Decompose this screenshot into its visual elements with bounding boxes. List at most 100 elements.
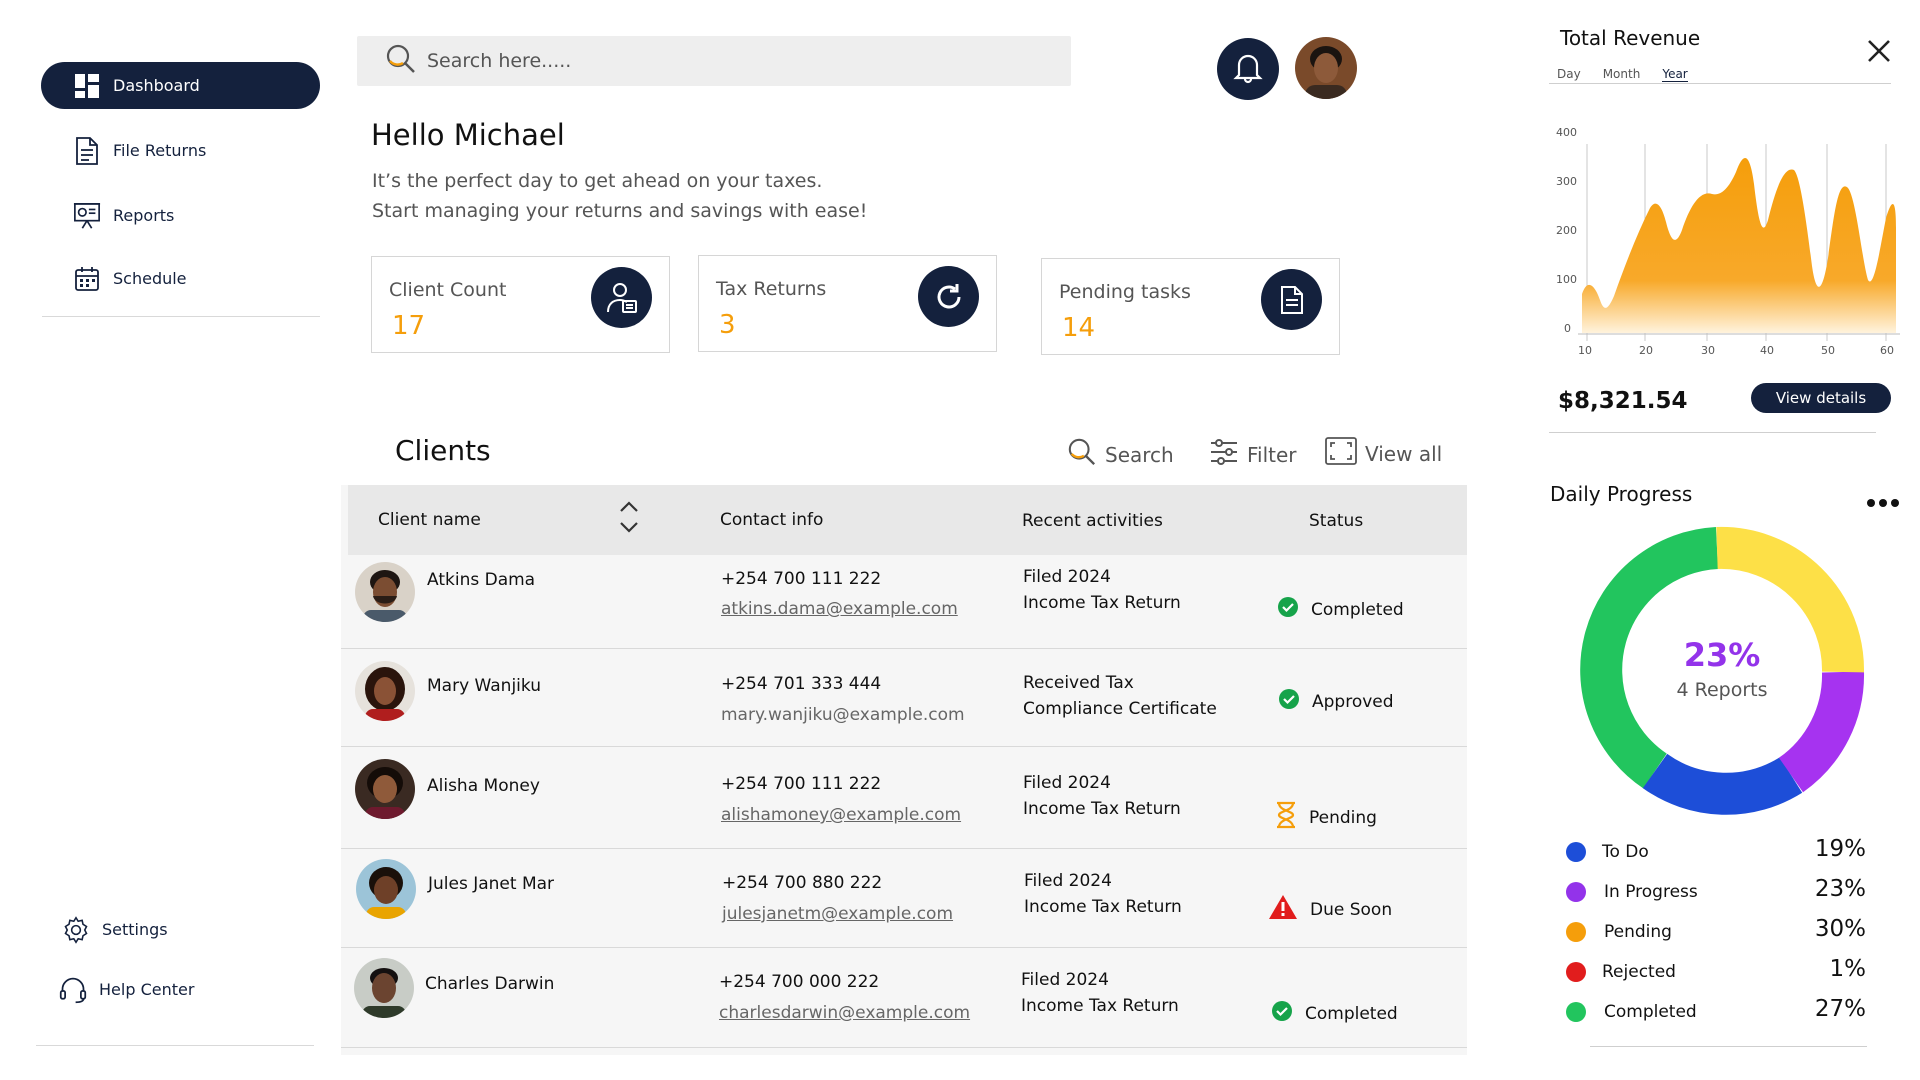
tab-year[interactable]: Year: [1662, 67, 1688, 82]
client-avatar: [354, 958, 414, 1018]
x-tick-label: 60: [1880, 344, 1894, 357]
legend-name: In Progress: [1604, 882, 1698, 902]
sidebar-item-label: Settings: [102, 920, 168, 939]
legend-dot: [1566, 962, 1586, 982]
table-row[interactable]: Mary Wanjiku +254 701 333 444 mary.wanji…: [341, 649, 1467, 747]
client-email[interactable]: julesjanetm@example.com: [722, 901, 953, 927]
table-row[interactable]: Alisha Money +254 700 111 222 alishamone…: [341, 747, 1467, 849]
activity-line-2: Income Tax Return: [1021, 996, 1179, 1016]
greeting-line-1: It’s the perfect day to get ahead on you…: [372, 170, 823, 192]
column-header-recent-activities[interactable]: Recent activities: [1022, 511, 1163, 531]
status-badge: Completed: [1277, 596, 1404, 623]
stat-label: Tax Returns: [716, 278, 827, 300]
stat-card-client-count[interactable]: Client Count 17: [371, 256, 670, 353]
legend-item-in-progress: In Progress 23%: [1566, 876, 1866, 906]
legend-item-pending: Pending 30%: [1566, 916, 1866, 946]
stat-value: 17: [392, 311, 426, 341]
y-tick-label: 400: [1556, 126, 1577, 139]
more-options-icon[interactable]: [1866, 494, 1900, 513]
sort-icon[interactable]: [617, 499, 641, 539]
client-phone: +254 700 880 222: [722, 873, 883, 893]
client-email[interactable]: atkins.dama@example.com: [721, 596, 958, 622]
donut-center-label: 4 Reports: [1676, 679, 1767, 701]
revenue-divider: [1549, 432, 1876, 433]
activity-line-2: Income Tax Return: [1023, 799, 1181, 819]
document-icon: [73, 136, 101, 165]
client-name: Atkins Dama: [427, 570, 536, 590]
x-tick-label: 50: [1821, 344, 1835, 357]
revenue-tabs: Day Month Year: [1557, 67, 1710, 82]
client-email[interactable]: mary.wanjiku@example.com: [721, 702, 965, 728]
clients-view-all-label: View all: [1365, 441, 1443, 466]
sidebar-item-reports[interactable]: Reports: [41, 192, 320, 239]
presentation-icon: [73, 202, 101, 230]
user-avatar[interactable]: [1295, 37, 1357, 99]
search-input[interactable]: [427, 50, 1027, 72]
column-header-client-name[interactable]: Client name: [378, 510, 481, 530]
clients-filter-button[interactable]: Filter: [1209, 437, 1297, 472]
sidebar-item-label: Dashboard: [113, 76, 200, 95]
hourglass-icon: [1275, 801, 1309, 834]
task-document-icon: [1261, 269, 1322, 330]
tab-day[interactable]: Day: [1557, 67, 1581, 82]
legend-name: To Do: [1602, 842, 1649, 862]
table-row[interactable]: Atkins Dama +254 700 111 222 atkins.dama…: [341, 555, 1467, 649]
status-badge: Completed: [1271, 1000, 1398, 1027]
clients-view-all-button[interactable]: View all: [1325, 437, 1442, 470]
tab-month[interactable]: Month: [1603, 67, 1641, 82]
stat-card-pending-tasks[interactable]: Pending tasks 14: [1041, 258, 1340, 355]
expand-icon: [1325, 437, 1365, 470]
refresh-icon: [918, 266, 979, 327]
stat-card-tax-returns[interactable]: Tax Returns 3: [698, 255, 997, 352]
activity-line-1: Filed 2024: [1023, 567, 1111, 587]
view-details-button[interactable]: View details: [1751, 383, 1891, 413]
column-header-status[interactable]: Status: [1309, 511, 1363, 531]
sidebar-item-dashboard[interactable]: Dashboard: [41, 62, 320, 109]
greeting-title: Hello Michael: [371, 118, 565, 152]
client-avatar: [356, 859, 416, 919]
client-phone: +254 701 333 444: [721, 674, 882, 694]
status-badge: Pending: [1275, 801, 1377, 834]
progress-divider: [1590, 1046, 1867, 1047]
sidebar-item-help-center[interactable]: Help Center: [31, 966, 310, 1013]
activity-line-1: Filed 2024: [1024, 871, 1112, 891]
client-email[interactable]: alishamoney@example.com: [721, 802, 961, 828]
x-tick-label: 10: [1578, 344, 1592, 357]
close-icon[interactable]: [1866, 38, 1892, 68]
activity-line-1: Filed 2024: [1021, 970, 1109, 990]
revenue-amount: $8,321.54: [1558, 388, 1688, 414]
search-bar[interactable]: [357, 36, 1071, 86]
column-header-contact-info[interactable]: Contact info: [720, 510, 823, 530]
clients-search-button[interactable]: Search: [1067, 437, 1174, 472]
table-row[interactable]: Jules Janet Mar +254 700 880 222 julesja…: [341, 849, 1467, 948]
status-badge: Approved: [1278, 688, 1394, 715]
legend-percent: 19%: [1814, 836, 1866, 862]
legend-dot: [1566, 922, 1586, 942]
stat-value: 3: [719, 310, 736, 340]
sidebar-item-file-returns[interactable]: File Returns: [41, 127, 320, 174]
filter-icon: [1209, 437, 1247, 472]
sidebar-item-label: Help Center: [99, 980, 195, 999]
client-name: Mary Wanjiku: [427, 676, 541, 696]
clients-search-label: Search: [1105, 442, 1174, 467]
legend-name: Rejected: [1602, 962, 1676, 982]
client-name: Charles Darwin: [425, 974, 555, 994]
sidebar-item-schedule[interactable]: Schedule: [41, 255, 320, 302]
warning-icon: [1268, 894, 1310, 925]
sidebar-divider: [42, 316, 320, 317]
legend-item-completed: Completed 27%: [1566, 996, 1866, 1026]
status-label: Pending: [1309, 807, 1377, 828]
donut-center-percent: 23%: [1684, 636, 1761, 674]
sidebar-item-settings[interactable]: Settings: [34, 906, 313, 953]
check-circle-icon: [1278, 688, 1312, 715]
client-phone: +254 700 111 222: [721, 774, 882, 794]
activity-line-1: Received Tax: [1023, 673, 1134, 693]
client-avatar: [355, 562, 415, 622]
notifications-button[interactable]: [1217, 38, 1279, 100]
client-email[interactable]: charlesdarwin@example.com: [719, 1000, 970, 1026]
gear-icon: [62, 915, 90, 944]
table-row[interactable]: Charles Darwin +254 700 000 222 charlesd…: [341, 948, 1467, 1048]
client-avatar: [355, 661, 415, 721]
check-circle-icon: [1277, 596, 1311, 623]
sidebar-item-label: Schedule: [113, 269, 187, 288]
